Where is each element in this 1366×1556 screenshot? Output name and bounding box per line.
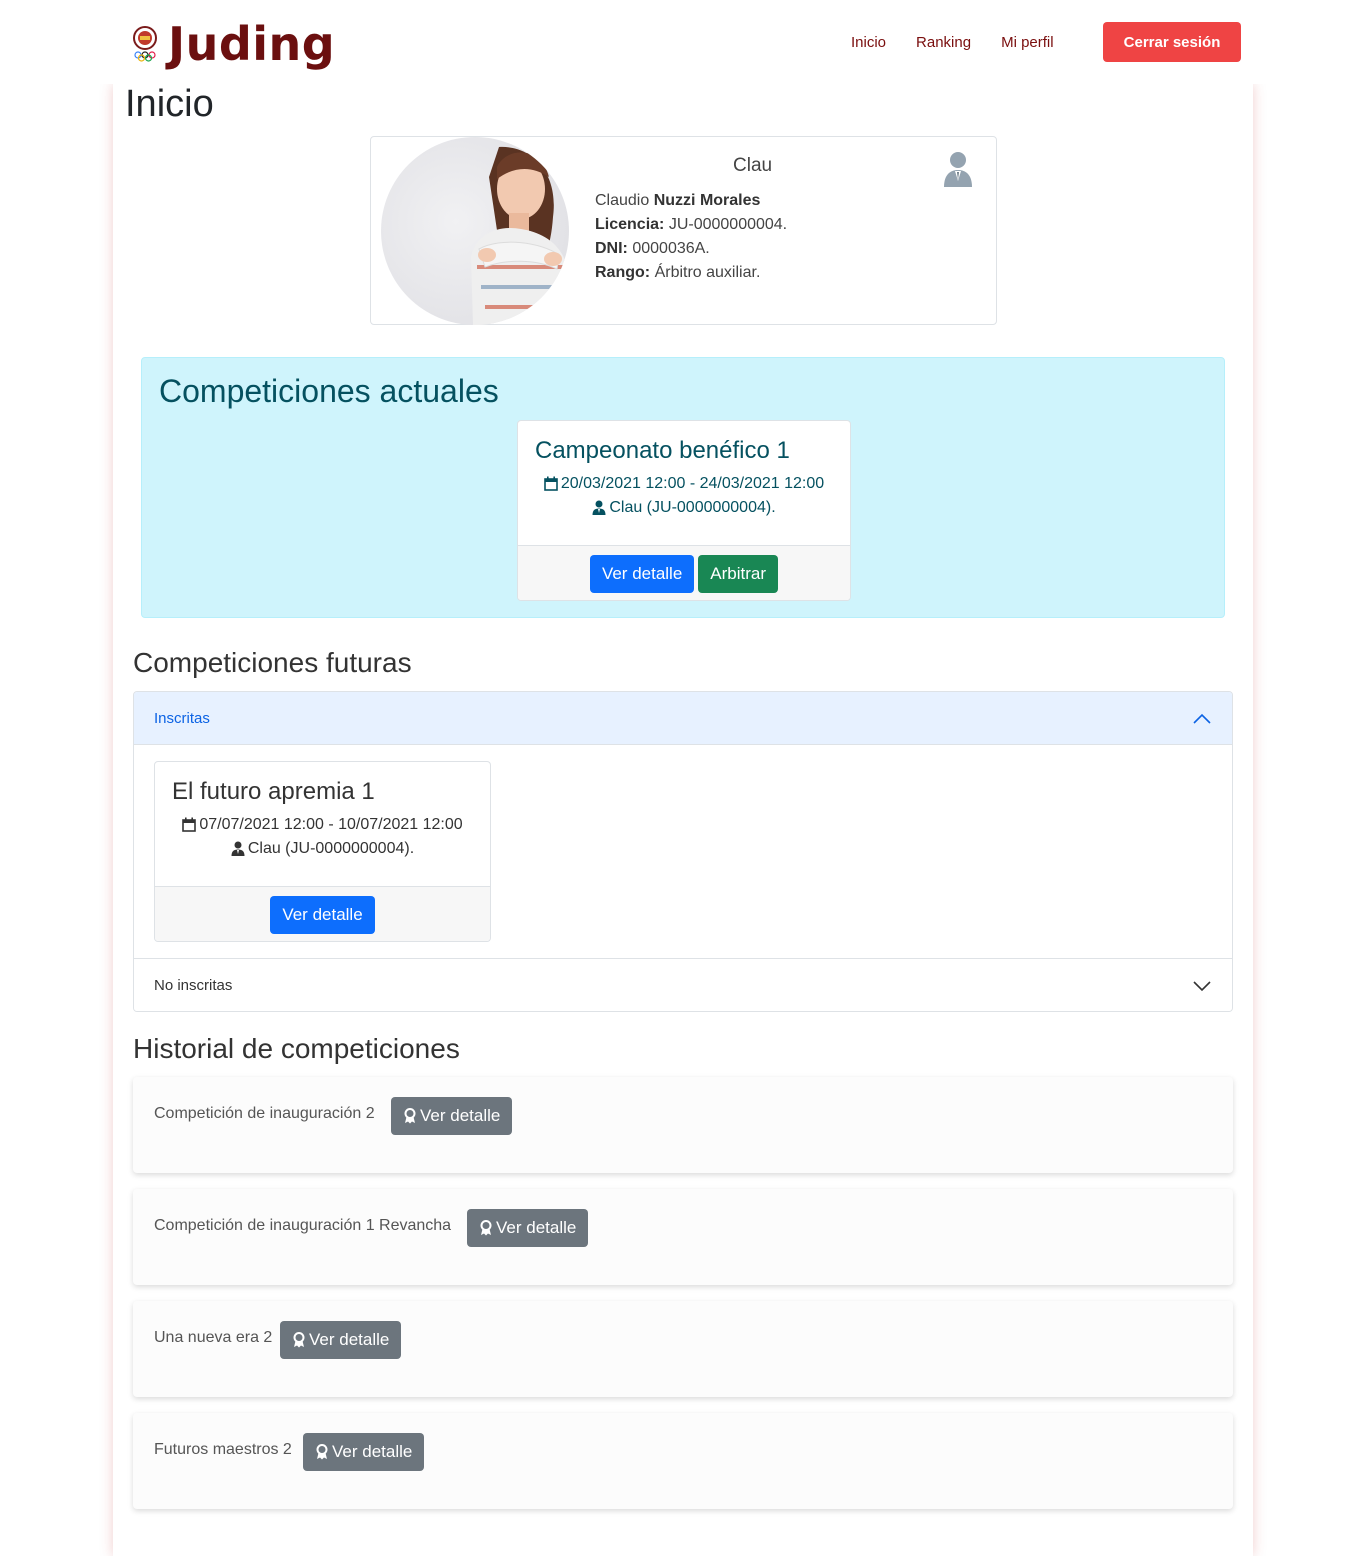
profile-dni: DNI: 0000036A. (595, 237, 787, 261)
profile-rank: Rango: Árbitro auxiliar. (595, 261, 787, 285)
nav-link-inicio[interactable]: Inicio (851, 34, 886, 51)
accordion-registered-header[interactable]: Inscritas (134, 692, 1232, 745)
competition-name: Campeonato benéfico 1 (535, 437, 790, 464)
profile-first-name: Claudio (595, 192, 650, 209)
nav-link-ranking[interactable]: Ranking (916, 34, 971, 51)
brand[interactable]: Juding (130, 14, 335, 74)
history-item-name: Competición de inauguración 1 Revancha (154, 1217, 452, 1234)
future-competition-card: El futuro apremia 1 07/07/2021 12:00 - 1… (154, 761, 491, 942)
dni-label: DNI: (595, 240, 628, 257)
chevron-down-icon (1193, 981, 1211, 992)
card-body: El futuro apremia 1 07/07/2021 12:00 - 1… (155, 762, 490, 886)
award-icon (480, 1220, 492, 1236)
history-view-detail-button[interactable]: Ver detalle (303, 1433, 425, 1471)
dni-value: 0000036A. (632, 240, 710, 257)
nav-link-mi-perfil[interactable]: Mi perfil (1001, 34, 1054, 51)
history-title: Historial de competiciones (133, 1033, 460, 1064)
history-item: Futuros maestros 2 Ver detalle (133, 1413, 1233, 1509)
current-competitions-title: Competiciones actuales (159, 373, 499, 409)
award-icon (316, 1444, 328, 1460)
history-item: Competición de inauguración 1 Revancha V… (133, 1189, 1233, 1285)
view-detail-button[interactable]: Ver detalle (270, 895, 375, 934)
calendar-icon (544, 476, 558, 492)
history-item: Una nueva era 2 Ver detalle (133, 1301, 1233, 1397)
history-item-name: Competición de inauguración 2 (154, 1105, 375, 1122)
profile-info: Claudio Nuzzi Morales Licencia: JU-00000… (595, 189, 787, 285)
accordion-unregistered-header[interactable]: No inscritas (134, 958, 1232, 1011)
rank-label: Rango: (595, 264, 651, 281)
navbar: Juding Inicio Ranking Mi perfil Cerrar s… (0, 0, 1366, 84)
history-view-detail-button[interactable]: Ver detalle (391, 1097, 513, 1135)
page-title: Inicio (125, 83, 214, 125)
history-item-name: Futuros maestros 2 (154, 1441, 292, 1458)
history-item: Competición de inauguración 2 Ver detall… (133, 1077, 1233, 1173)
competition-dates-line: 07/07/2021 12:00 - 10/07/2021 12:00 (155, 816, 490, 834)
referee-user-icon (942, 151, 974, 187)
history-view-detail-label: Ver detalle (309, 1330, 390, 1349)
history-view-detail-button[interactable]: Ver detalle (467, 1209, 589, 1247)
current-competitions-panel: Competiciones actuales Campeonato benéfi… (141, 357, 1225, 618)
card-body: Campeonato benéfico 1 20/03/2021 12:00 -… (518, 421, 850, 545)
competition-referee-line: Clau (JU-0000000004). (155, 840, 490, 858)
competition-referee: Clau (JU-0000000004). (247, 840, 415, 857)
card-footer: Ver detalle Arbitrar (518, 545, 850, 600)
calendar-icon (182, 817, 197, 833)
competition-referee: Clau (JU-0000000004). (609, 499, 776, 516)
logout-button[interactable]: Cerrar sesión (1103, 22, 1241, 62)
future-competitions-title: Competiciones futuras (133, 647, 412, 678)
award-icon (404, 1108, 416, 1124)
nav-links: Inicio Ranking Mi perfil (836, 22, 1069, 62)
profile-nickname: Clau (733, 155, 773, 176)
judo-federation-logo-icon (130, 24, 160, 64)
profile-card: Clau Claudio Nuzzi Morales Licencia: JU-… (370, 136, 997, 325)
license-label: Licencia: (595, 216, 665, 233)
award-icon (293, 1332, 305, 1348)
history-view-detail-label: Ver detalle (496, 1218, 577, 1237)
rank-value: Árbitro auxiliar. (654, 264, 761, 281)
competition-name: El futuro apremia 1 (172, 778, 375, 805)
main-content: Inicio Clau Claudio Nuzzi Morales Licenc… (113, 84, 1253, 1556)
current-competition-card: Campeonato benéfico 1 20/03/2021 12:00 -… (517, 420, 851, 601)
judge-button[interactable]: Arbitrar (698, 554, 779, 593)
future-competitions-accordion: Inscritas El futuro apremia 1 07/07/2021… (133, 691, 1233, 1012)
user-tie-icon (592, 500, 606, 516)
history-view-detail-label: Ver detalle (332, 1442, 413, 1461)
accordion-unregistered-label: No inscritas (154, 976, 233, 994)
history-view-detail-button[interactable]: Ver detalle (280, 1321, 402, 1359)
profile-photo (381, 137, 569, 325)
competition-referee-line: Clau (JU-0000000004). (518, 499, 850, 517)
brand-name: Juding (168, 17, 336, 71)
accordion-registered-label: Inscritas (154, 709, 210, 727)
user-tie-icon (231, 841, 245, 857)
card-footer: Ver detalle (155, 886, 490, 941)
history-item-name: Una nueva era 2 (154, 1329, 273, 1346)
history-view-detail-label: Ver detalle (420, 1106, 501, 1125)
profile-full-name: Claudio Nuzzi Morales (595, 189, 787, 213)
license-value: JU-0000000004. (668, 216, 788, 233)
competition-dates: 20/03/2021 12:00 - 24/03/2021 12:00 (560, 475, 825, 492)
competition-dates-line: 20/03/2021 12:00 - 24/03/2021 12:00 (518, 475, 850, 493)
view-detail-button[interactable]: Ver detalle (589, 554, 695, 593)
chevron-up-icon (1193, 713, 1211, 724)
profile-last-names: Nuzzi Morales (653, 192, 761, 209)
competition-dates: 07/07/2021 12:00 - 10/07/2021 12:00 (199, 816, 463, 833)
profile-license: Licencia: JU-0000000004. (595, 213, 787, 237)
